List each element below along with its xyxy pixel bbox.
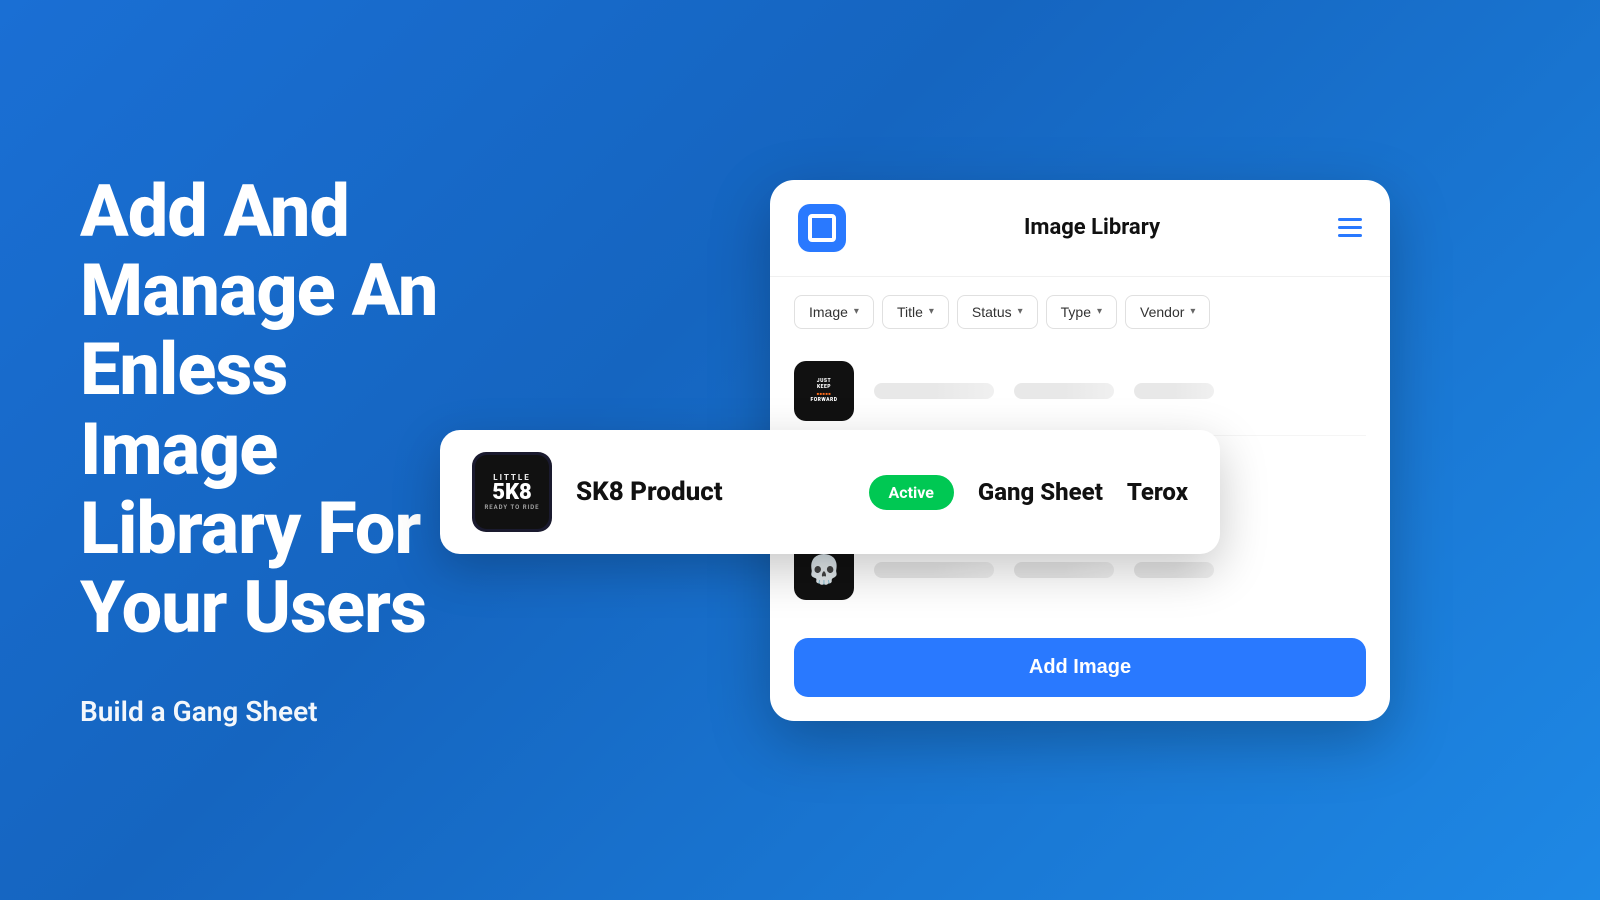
card-title: Image Library <box>1024 215 1160 240</box>
filter-status[interactable]: Status ▾ <box>957 295 1038 329</box>
type-skeleton-1 <box>1134 383 1214 399</box>
product-name: SK8 Product <box>576 477 845 507</box>
type-label: Gang Sheet <box>978 478 1103 506</box>
menu-line-2 <box>1338 226 1362 229</box>
title-skeleton-2 <box>874 562 994 578</box>
hero-title: Add And Manage An Enless Image Library F… <box>80 172 500 647</box>
chevron-down-icon: ▾ <box>929 306 934 317</box>
chevron-down-icon: ▾ <box>1190 306 1195 317</box>
chevron-down-icon: ▾ <box>1097 306 1102 317</box>
filter-type[interactable]: Type ▾ <box>1046 295 1117 329</box>
skull-icon: 💀 <box>807 553 842 586</box>
app-logo <box>798 204 846 252</box>
chevron-down-icon: ▾ <box>1018 306 1023 317</box>
logo-inner <box>808 214 836 242</box>
menu-line-1 <box>1338 218 1362 221</box>
row-image-1: JUSTKEEP■■■■■FORWARD <box>794 361 854 421</box>
sk8-product-image: LITTLE 5K8 READY TO RIDE <box>472 452 552 532</box>
menu-line-3 <box>1338 234 1362 237</box>
right-section: LITTLE 5K8 READY TO RIDE SK8 Product Act… <box>560 140 1600 761</box>
filter-vendor[interactable]: Vendor ▾ <box>1125 295 1210 329</box>
title-skeleton-1 <box>874 383 994 399</box>
chevron-down-icon: ▾ <box>854 306 859 317</box>
filter-row: Image ▾ Title ▾ Status ▾ Type ▾ Vendor ▾ <box>770 277 1390 347</box>
highlighted-row[interactable]: LITTLE 5K8 READY TO RIDE SK8 Product Act… <box>440 430 1220 554</box>
type-skeleton-2 <box>1134 562 1214 578</box>
vendor-label: Terox <box>1127 478 1188 506</box>
status-badge: Active <box>869 475 954 510</box>
card-header: Image Library <box>770 180 1390 277</box>
filter-title[interactable]: Title ▾ <box>882 295 949 329</box>
status-skeleton-2 <box>1014 562 1114 578</box>
table-row[interactable]: JUSTKEEP■■■■■FORWARD <box>794 347 1366 436</box>
add-image-button[interactable]: Add Image <box>794 638 1366 697</box>
menu-icon[interactable] <box>1338 218 1362 237</box>
sub-title: Build a Gang Sheet <box>80 695 500 728</box>
status-skeleton-1 <box>1014 383 1114 399</box>
filter-image[interactable]: Image ▾ <box>794 295 874 329</box>
